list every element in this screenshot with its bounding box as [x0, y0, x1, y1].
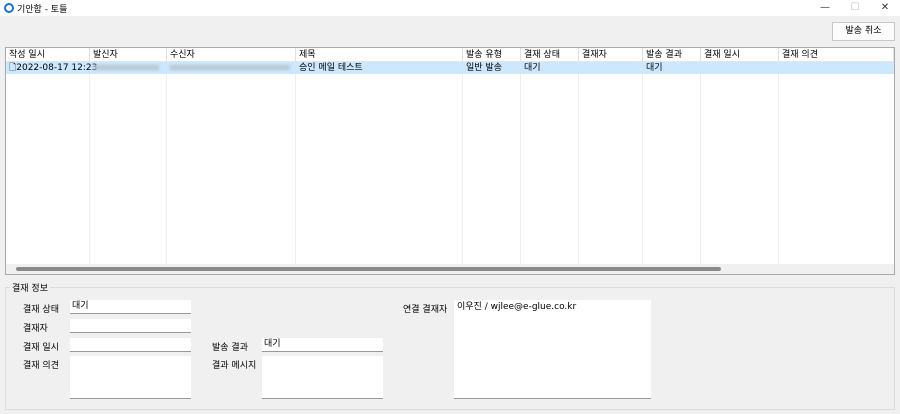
date-label: 결재 일시: [23, 343, 59, 353]
close-button[interactable]: ✕: [870, 0, 900, 16]
cell-sender-blurred: [90, 62, 159, 74]
comment-label: 결재 의견: [23, 361, 59, 371]
cell-subject: 승인 메일 테스트: [299, 63, 363, 73]
result-message-label: 결과 메시지: [212, 361, 257, 371]
approver-label: 결재자: [23, 324, 48, 334]
column-header-send-result[interactable]: 발송 결과: [643, 48, 701, 62]
column-divider: [521, 62, 579, 264]
cell-created: 2022-08-17 12:23: [16, 63, 98, 73]
comment-field[interactable]: [70, 356, 191, 399]
date-field[interactable]: [70, 338, 191, 352]
maximize-button[interactable]: ☐: [840, 0, 870, 16]
cancel-send-button[interactable]: 발송 취소: [832, 22, 895, 41]
send-result-label: 발송 결과: [212, 343, 248, 353]
column-divider: [463, 62, 521, 264]
column-header-recipient[interactable]: 수신자: [167, 48, 296, 62]
minimize-button[interactable]: —: [810, 0, 840, 16]
column-header-sender[interactable]: 발신자: [90, 48, 167, 62]
draft-list[interactable]: 작성 일시 발신자 수신자 제목 발송 유형 결재 상태 결재자 발송 결과 결…: [5, 47, 895, 275]
cell-approval-status: 대기: [524, 63, 541, 73]
app-icon: [4, 3, 14, 13]
linked-approver-label: 연결 결재자: [403, 305, 448, 315]
column-divider: [90, 62, 167, 264]
status-field[interactable]: 대기: [70, 300, 191, 314]
cell-recipient-blurred: [167, 62, 290, 74]
column-divider: [296, 62, 463, 264]
blurred-text: [170, 65, 290, 70]
column-divider: [643, 62, 701, 264]
result-message-field[interactable]: [262, 356, 383, 399]
blurred-text: [93, 65, 159, 70]
column-divider: [579, 62, 643, 264]
column-header-approval-date[interactable]: 결재 일시: [701, 48, 779, 62]
cell-created-wrapper: 🗋2022-08-17 12:23: [6, 62, 97, 74]
linked-approver-list[interactable]: 이우진 / wjlee@e-glue.co.kr: [454, 300, 651, 399]
approver-field[interactable]: [70, 319, 191, 333]
status-label: 결재 상태: [23, 305, 59, 315]
column-header-send-type[interactable]: 발송 유형: [463, 48, 521, 62]
cell-send-result: 대기: [646, 63, 663, 73]
horizontal-scrollbar[interactable]: [6, 264, 894, 274]
column-divider: [701, 62, 779, 264]
send-result-field[interactable]: 대기: [262, 338, 383, 352]
window-title: 기안함 - 토들: [17, 5, 68, 15]
column-divider: [167, 62, 296, 264]
scrollbar-thumb[interactable]: [16, 267, 721, 271]
column-header-approval-status[interactable]: 결재 상태: [521, 48, 579, 62]
group-title: 결재 정보: [10, 281, 50, 294]
title-bar: 기안함 - 토들 — ☐ ✕: [0, 0, 900, 16]
column-header-approver[interactable]: 결재자: [579, 48, 643, 62]
column-header-subject[interactable]: 제목: [296, 48, 463, 62]
column-header-created[interactable]: 작성 일시: [6, 48, 90, 62]
cell-send-type: 일반 발송: [466, 63, 502, 73]
column-divider: [6, 62, 90, 264]
column-header-approval-comment[interactable]: 결재 의견: [779, 48, 894, 62]
